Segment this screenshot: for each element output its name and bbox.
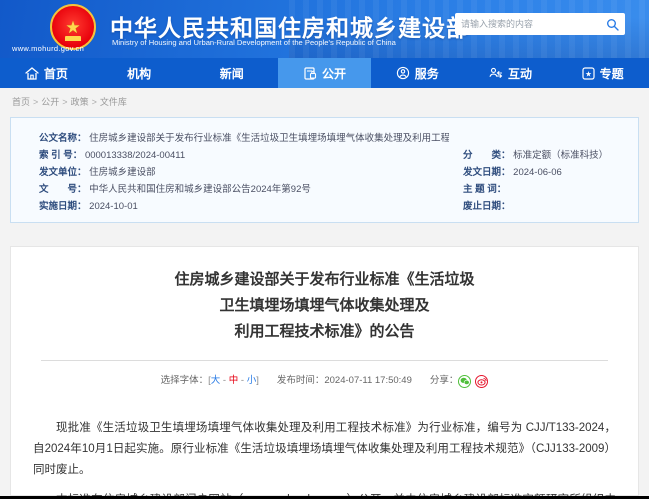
breadcrumb-policy[interactable]: 政策 (71, 97, 89, 107)
emblem-gate-icon (65, 36, 81, 41)
meta-label: 实施日期 (39, 201, 77, 212)
meta-row-index-no: 索 引 号： 000013338/2024-00411 (39, 147, 449, 164)
article-paragraph: 现批准《生活垃圾卫生填埋场填埋气体收集处理及利用工程技术标准》为行业标准，编号为… (33, 418, 616, 481)
meta-colon: ： (501, 150, 511, 161)
nav-item-label: 互动 (508, 65, 532, 82)
share-weibo-icon[interactable] (475, 375, 488, 388)
font-selector-bracket: ] (256, 375, 259, 386)
nav-item-orgs[interactable]: 机构 (93, 58, 186, 88)
meta-colon: ： (77, 201, 87, 212)
publish-time-value: 2024-07-11 17:50:49 (324, 375, 412, 386)
search-box[interactable] (455, 13, 625, 35)
breadcrumb-separator: > (62, 97, 67, 107)
site-header: ★ www.mohurd.gov.cn 中华人民共和国住房和城乡建设部 Mini… (0, 0, 649, 58)
nav-item-disclosure[interactable]: 公开 (278, 58, 371, 88)
search-input[interactable] (455, 19, 599, 29)
share-wechat-icon[interactable] (458, 375, 471, 388)
article-title: 住房城乡建设部关于发布行业标准《生活垃圾 卫生填埋场填埋气体收集处理及 利用工程… (11, 267, 638, 345)
font-selector-dash: - (220, 375, 228, 386)
nav-item-label: 首页 (44, 65, 68, 82)
nav-item-label: 机构 (127, 65, 151, 82)
nav-item-topics[interactable]: ★ 专题 (556, 58, 649, 88)
nav-item-news[interactable]: 新闻 (185, 58, 278, 88)
font-size-medium-button[interactable]: 中 (229, 375, 239, 386)
article-title-line: 住房城乡建设部关于发布行业标准《生活垃圾 (11, 267, 638, 293)
meta-label: 索 引 号 (39, 150, 73, 161)
article-body: 现批准《生活垃圾卫生填埋场填埋气体收集处理及利用工程技术标准》为行业标准，编号为… (11, 418, 638, 499)
font-selector-label: 选择字体： (161, 375, 209, 386)
font-size-large-button[interactable]: 大 (211, 375, 221, 386)
meta-row-issue-date: 发文日期： 2024-06-06 (463, 164, 633, 181)
meta-colon: ： (501, 167, 511, 178)
site-url: www.mohurd.gov.cn (12, 44, 84, 53)
search-button[interactable] (599, 13, 625, 35)
share-label: 分享： (430, 375, 459, 386)
meta-row-keywords: 主 题 词： (463, 181, 633, 198)
nav-item-label: 新闻 (220, 65, 244, 82)
breadcrumb-disclosure[interactable]: 公开 (41, 97, 59, 107)
emblem-star-icon: ★ (65, 19, 80, 36)
article-title-line: 利用工程技术标准》的公告 (11, 319, 638, 345)
article-panel: 住房城乡建设部关于发布行业标准《生活垃圾 卫生填埋场填埋气体收集处理及 利用工程… (10, 246, 639, 496)
svg-text:★: ★ (585, 69, 592, 78)
page: ★ www.mohurd.gov.cn 中华人民共和国住房和城乡建设部 Mini… (0, 0, 649, 499)
meta-colon: ： (77, 167, 87, 178)
document-meta-panel: 公文名称： 住房城乡建设部关于发布行业标准《生活垃圾卫生填埋场填埋气体收集处理及… (10, 117, 639, 223)
interaction-person-icon (488, 67, 503, 80)
breadcrumb-library[interactable]: 文件库 (100, 97, 127, 107)
meta-colon: ： (77, 184, 87, 195)
meta-value: 中华人民共和国住房和城乡建设部公告2024年第92号 (89, 184, 311, 195)
publish-time-label: 发布时间： (277, 375, 325, 386)
font-size-small-button[interactable]: 小 (247, 375, 257, 386)
meta-colon: ： (497, 184, 507, 195)
meta-column-right: 分 类： 标准定额（标准科技） 发文日期： 2024-06-06 主 题 词： … (463, 147, 633, 215)
meta-colon: ： (73, 150, 83, 161)
meta-colon: ： (501, 201, 511, 212)
meta-label: 发文日期 (463, 167, 501, 178)
nav-item-label: 专题 (600, 65, 624, 82)
meta-row-effective-date: 实施日期： 2024-10-01 (39, 198, 449, 215)
font-selector-dash: - (238, 375, 246, 386)
article-meta-row: 选择字体：[大 - 中 - 小]发布时间：2024-07-11 17:50:49… (11, 372, 638, 388)
search-icon (606, 18, 619, 31)
nav-item-services[interactable]: 服务 (371, 58, 464, 88)
meta-row-doc-number: 文 号： 中华人民共和国住房和城乡建设部公告2024年第92号 (39, 181, 449, 198)
meta-label: 公文名称 (39, 133, 77, 144)
breadcrumb-home[interactable]: 首页 (12, 97, 30, 107)
site-subtitle: Ministry of Housing and Urban-Rural Deve… (112, 38, 396, 47)
topics-star-icon: ★ (582, 67, 595, 80)
breadcrumb-separator: > (33, 97, 38, 107)
meta-label: 废止日期 (463, 201, 501, 212)
title-divider (41, 360, 608, 361)
meta-value: 2024-10-01 (89, 201, 138, 212)
share-icons (458, 375, 488, 388)
nav-item-label: 公开 (322, 65, 346, 82)
meta-label: 主 题 词 (463, 184, 497, 195)
nav-item-interaction[interactable]: 互动 (464, 58, 557, 88)
meta-value: 住房城乡建设部关于发布行业标准《生活垃圾卫生填埋场填埋气体收集处理及利用工程技术… (89, 133, 449, 144)
meta-row-category: 分 类： 标准定额（标准科技） (463, 147, 633, 164)
meta-label: 分 类 (463, 150, 501, 161)
meta-row-repeal-date: 废止日期： (463, 198, 633, 215)
meta-row-issuer: 发文单位： 住房城乡建设部 (39, 164, 449, 181)
meta-colon: ： (77, 133, 87, 144)
meta-column-left: 公文名称： 住房城乡建设部关于发布行业标准《生活垃圾卫生填埋场填埋气体收集处理及… (39, 130, 449, 215)
article-title-line: 卫生填埋场填埋气体收集处理及 (11, 293, 638, 319)
meta-label: 文 号 (39, 184, 77, 195)
nav-item-label: 服务 (415, 65, 439, 82)
main-nav: 首页 机构 新闻 公开 服务 互动 ★ (0, 58, 649, 88)
home-icon (25, 67, 39, 80)
meta-value: 000013338/2024-00411 (85, 150, 185, 161)
meta-value: 标准定额（标准科技） (513, 150, 608, 161)
meta-value: 住房城乡建设部 (89, 167, 156, 178)
disclosure-doc-icon (303, 67, 317, 80)
meta-label: 发文单位 (39, 167, 77, 178)
nav-item-home[interactable]: 首页 (0, 58, 93, 88)
service-person-icon (396, 66, 410, 80)
breadcrumb: 首页>公开>政策>文件库 (12, 95, 127, 108)
breadcrumb-separator: > (92, 97, 97, 107)
meta-value: 2024-06-06 (513, 167, 562, 178)
meta-row-doc-name: 公文名称： 住房城乡建设部关于发布行业标准《生活垃圾卫生填埋场填埋气体收集处理及… (39, 130, 449, 147)
